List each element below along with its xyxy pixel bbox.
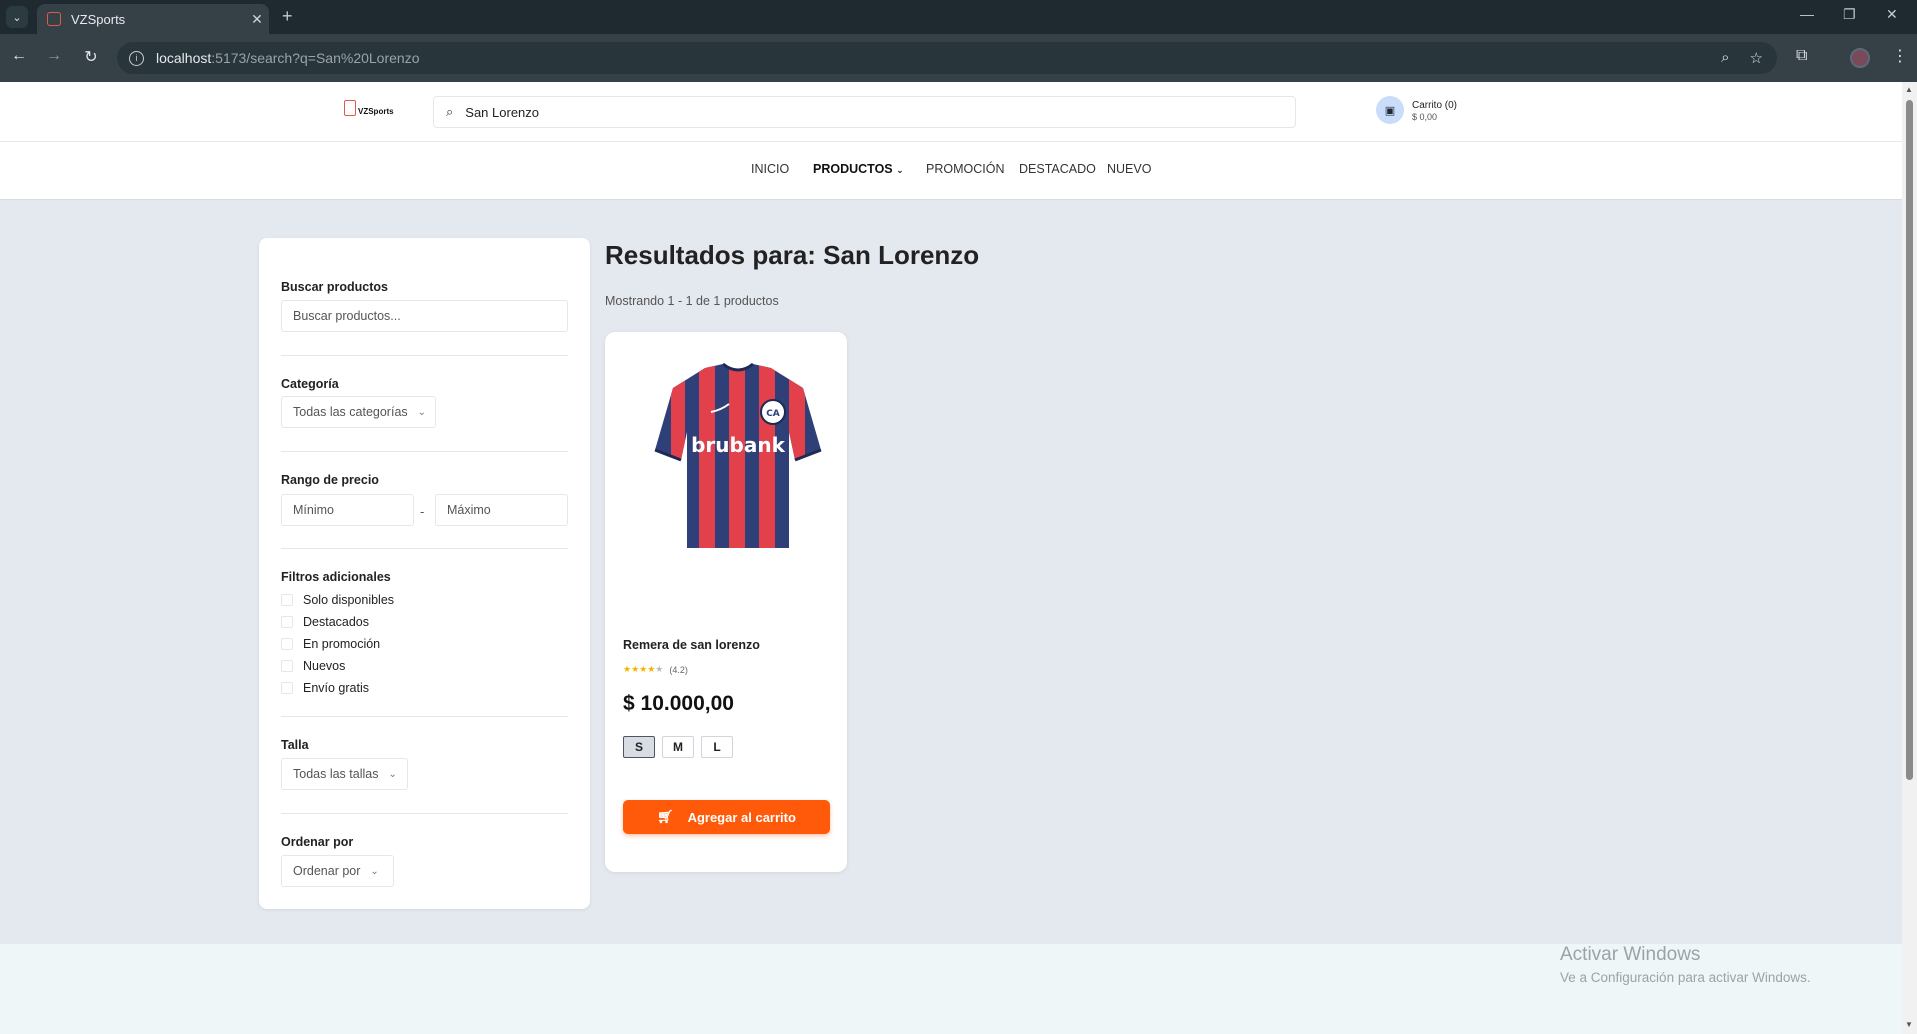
cart-label: Carrito (0) xyxy=(1412,99,1458,111)
rating-value: (4.2) xyxy=(669,664,688,675)
filters-sidebar: Buscar productos Buscar productos... Cat… xyxy=(259,238,590,909)
size-select[interactable]: Todas las tallas ⌄ xyxy=(281,758,408,790)
filter-en-promocion[interactable]: En promoción xyxy=(281,637,380,651)
cart-icon: 🛒︎ xyxy=(657,809,674,824)
add-to-cart-button[interactable]: 🛒︎ Agregar al carrito xyxy=(623,800,830,834)
main-nav: INICIO PRODUCTOS ⌄ PROMOCIÓN DESTACADO N… xyxy=(0,142,1902,200)
size-option-s[interactable]: S xyxy=(623,736,655,758)
window-close-icon[interactable]: ✕ xyxy=(1886,6,1898,23)
address-bar-row: ← → ↻ i localhost:5173/search?q=San%20Lo… xyxy=(0,34,1917,82)
svg-text:CA: CA xyxy=(766,409,780,419)
results-title: Resultados para: San Lorenzo xyxy=(605,240,980,270)
logo-bag-icon xyxy=(344,100,356,116)
watermark-title: Activar Windows xyxy=(1560,944,1701,965)
nav-inicio[interactable]: INICIO xyxy=(751,162,789,176)
url-text[interactable]: localhost:5173/search?q=San%20Lorenzo xyxy=(156,50,419,66)
divider xyxy=(281,548,568,549)
forward-icon[interactable]: → xyxy=(43,47,65,65)
jersey-sponsor: brubank xyxy=(691,433,785,457)
back-icon[interactable]: ← xyxy=(8,47,30,65)
checkbox[interactable] xyxy=(281,594,293,606)
product-search-input[interactable]: Buscar productos... xyxy=(281,300,568,332)
scroll-thumb[interactable] xyxy=(1906,100,1913,780)
search-icon: ⌕ xyxy=(446,104,454,119)
address-bar[interactable]: i localhost:5173/search?q=San%20Lorenzo … xyxy=(117,42,1777,74)
size-option-m[interactable]: M xyxy=(662,736,694,758)
new-tab-icon[interactable]: + xyxy=(282,6,293,27)
star-icon[interactable]: ☆ xyxy=(1750,49,1763,67)
checkbox[interactable] xyxy=(281,682,293,694)
tab-favicon-icon xyxy=(47,12,61,26)
product-rating: ★★★★★ (4.2) xyxy=(623,664,688,675)
watermark-subtitle: Ve a Configuración para activar Windows. xyxy=(1560,970,1811,985)
product-image[interactable]: CA brubank xyxy=(653,362,823,552)
product-card[interactable]: CA brubank Remera de san lorenzo ★★★★★ (… xyxy=(605,332,847,872)
checkbox[interactable] xyxy=(281,638,293,650)
scroll-down-icon[interactable]: ▼ xyxy=(1905,1020,1913,1029)
sort-label: Ordenar por xyxy=(281,835,354,849)
scroll-up-icon[interactable]: ▲ xyxy=(1905,85,1913,94)
scrollbar[interactable]: ▲ ▼ xyxy=(1902,82,1917,1034)
filter-solo-disponibles[interactable]: Solo disponibles xyxy=(281,593,394,607)
info-icon[interactable]: i xyxy=(129,50,144,66)
nav-productos[interactable]: PRODUCTOS ⌄ xyxy=(813,162,904,176)
product-name[interactable]: Remera de san lorenzo xyxy=(623,638,760,652)
chevron-down-icon: ⌄ xyxy=(370,865,379,877)
tab-close-icon[interactable]: ✕ xyxy=(245,11,269,28)
size-options: S M L xyxy=(623,736,733,758)
rating-stars-icon: ★★★★★ xyxy=(623,664,664,674)
size-label: Talla xyxy=(281,738,309,752)
chevron-down-icon: ⌄ xyxy=(388,768,397,780)
windows-activation-watermark: Activar Windows Ve a Configuración para … xyxy=(1560,944,1811,985)
header-search-value[interactable]: San Lorenzo xyxy=(465,105,539,120)
cart-total: $ 0,00 xyxy=(1412,111,1438,122)
tab-search-icon[interactable]: ⌄ xyxy=(6,6,28,28)
price-range-label: Rango de precio xyxy=(281,473,379,487)
sort-select[interactable]: Ordenar por ⌄ xyxy=(281,855,394,887)
nav-nuevo[interactable]: NUEVO xyxy=(1107,162,1151,176)
divider xyxy=(281,813,568,814)
tab-title: VZSports xyxy=(71,11,126,27)
size-option-l[interactable]: L xyxy=(701,736,733,758)
chevron-down-icon: ⌄ xyxy=(896,165,904,175)
category-select[interactable]: Todas las categorías ⌄ xyxy=(281,396,436,428)
divider xyxy=(281,355,568,356)
price-max-input[interactable]: Máximo xyxy=(435,494,568,526)
cart-bag-icon: ▣ xyxy=(1376,96,1404,124)
header-search-input[interactable]: ⌕ San Lorenzo xyxy=(433,96,1296,128)
zoom-icon[interactable]: ⌕ xyxy=(1721,49,1729,67)
checkbox[interactable] xyxy=(281,616,293,628)
category-label: Categoría xyxy=(281,377,339,391)
browser-tabbar: ⌄ VZSports ✕ + — ❐ ✕ xyxy=(0,0,1917,34)
divider xyxy=(281,451,568,452)
filter-envio-gratis[interactable]: Envío gratis xyxy=(281,681,369,695)
profile-icon[interactable] xyxy=(1850,48,1870,68)
price-min-input[interactable]: Mínimo xyxy=(281,494,414,526)
site-header: VZSports ⌕ San Lorenzo ▣ Carrito (0) $ 0… xyxy=(0,82,1902,142)
extensions-icon[interactable]: ⧉ xyxy=(1796,47,1807,65)
search-label: Buscar productos xyxy=(281,280,388,294)
restore-icon[interactable]: ❐ xyxy=(1843,6,1856,23)
filter-destacados[interactable]: Destacados xyxy=(281,615,369,629)
additional-filters-label: Filtros adicionales xyxy=(281,570,391,584)
nav-destacado[interactable]: DESTACADO xyxy=(1019,162,1096,176)
divider xyxy=(281,716,568,717)
cart-button[interactable]: ▣ Carrito (0) $ 0,00 xyxy=(1376,96,1457,124)
checkbox[interactable] xyxy=(281,660,293,672)
reload-icon[interactable]: ↻ xyxy=(80,47,102,67)
filter-nuevos[interactable]: Nuevos xyxy=(281,659,345,673)
nav-promocion[interactable]: PROMOCIÓN xyxy=(926,162,1004,176)
browser-tab[interactable]: VZSports ✕ xyxy=(37,4,269,34)
kebab-icon[interactable]: ⋮ xyxy=(1892,46,1908,66)
minimize-icon[interactable]: — xyxy=(1800,6,1814,22)
chevron-down-icon: ⌄ xyxy=(417,406,427,418)
product-price: $ 10.000,00 xyxy=(623,692,734,715)
logo[interactable]: VZSports xyxy=(344,100,394,116)
results-count: Mostrando 1 - 1 de 1 productos xyxy=(605,294,779,308)
price-separator: - xyxy=(420,504,425,519)
